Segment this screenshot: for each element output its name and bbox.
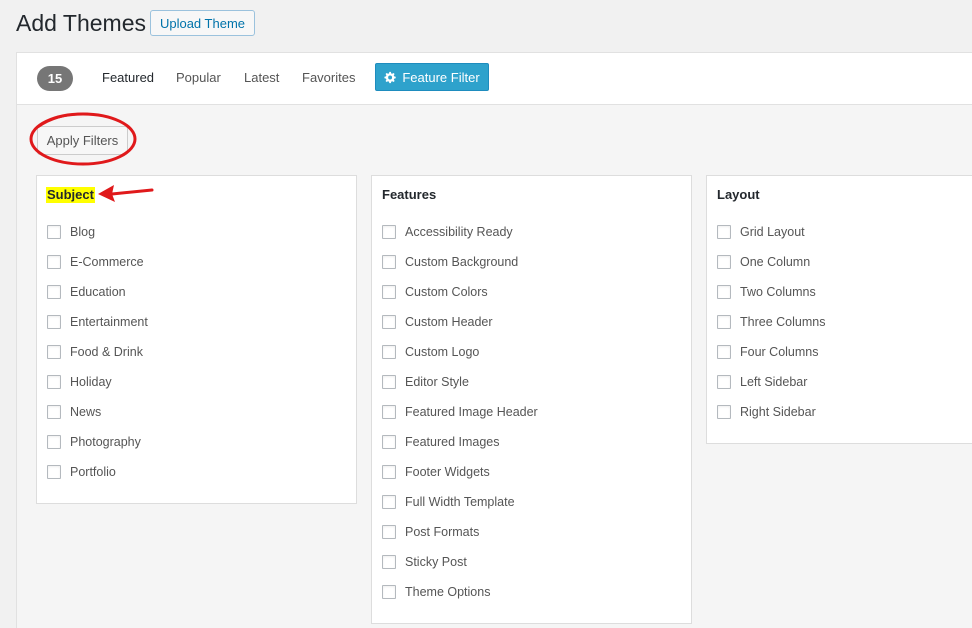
checkbox[interactable] <box>47 225 61 239</box>
filter-option-holiday[interactable]: Holiday <box>47 374 112 390</box>
filter-option-custom-colors[interactable]: Custom Colors <box>382 284 488 300</box>
checkbox[interactable] <box>47 405 61 419</box>
checkbox[interactable] <box>717 375 731 389</box>
checkbox[interactable] <box>717 315 731 329</box>
filter-option-blog[interactable]: Blog <box>47 224 95 240</box>
filter-option-left-sidebar[interactable]: Left Sidebar <box>717 374 807 390</box>
filter-option-custom-header[interactable]: Custom Header <box>382 314 493 330</box>
checkbox[interactable] <box>47 465 61 479</box>
checkbox[interactable] <box>382 585 396 599</box>
filter-option-post-formats[interactable]: Post Formats <box>382 524 479 540</box>
upload-theme-button[interactable]: Upload Theme <box>150 10 255 36</box>
checkbox[interactable] <box>717 405 731 419</box>
checkbox[interactable] <box>717 285 731 299</box>
checkbox[interactable] <box>382 555 396 569</box>
checkbox[interactable] <box>382 405 396 419</box>
feature-filter-button[interactable]: Feature Filter <box>375 63 489 91</box>
checkbox[interactable] <box>717 225 731 239</box>
checkbox[interactable] <box>47 375 61 389</box>
checkbox[interactable] <box>382 375 396 389</box>
checkbox[interactable] <box>717 255 731 269</box>
checkbox[interactable] <box>382 285 396 299</box>
checkbox[interactable] <box>382 255 396 269</box>
filter-option-editor-style[interactable]: Editor Style <box>382 374 469 390</box>
checkbox[interactable] <box>717 345 731 359</box>
filter-option-entertainment[interactable]: Entertainment <box>47 314 148 330</box>
gear-icon <box>384 71 397 84</box>
filter-option-portfolio[interactable]: Portfolio <box>47 464 116 480</box>
filter-option-theme-options[interactable]: Theme Options <box>382 584 490 600</box>
filter-option-featured-image-header[interactable]: Featured Image Header <box>382 404 538 420</box>
layout-group-title: Layout <box>717 187 760 202</box>
filter-option-one-column[interactable]: One Column <box>717 254 810 270</box>
tab-latest[interactable]: Latest <box>244 70 279 86</box>
checkbox[interactable] <box>382 525 396 539</box>
filter-option-three-columns[interactable]: Three Columns <box>717 314 825 330</box>
filter-option-photography[interactable]: Photography <box>47 434 141 450</box>
filter-option-featured-images[interactable]: Featured Images <box>382 434 500 450</box>
checkbox[interactable] <box>382 345 396 359</box>
checkbox[interactable] <box>47 345 61 359</box>
filter-option-two-columns[interactable]: Two Columns <box>717 284 816 300</box>
filter-option-grid-layout[interactable]: Grid Layout <box>717 224 805 240</box>
filter-option-footer-widgets[interactable]: Footer Widgets <box>382 464 490 480</box>
filter-option-food-drink[interactable]: Food & Drink <box>47 344 143 360</box>
checkbox[interactable] <box>382 495 396 509</box>
features-filter-group: Features Accessibility Ready Custom Back… <box>371 175 692 624</box>
filter-option-accessibility-ready[interactable]: Accessibility Ready <box>382 224 513 240</box>
page-title: Add Themes <box>16 10 146 36</box>
features-group-title: Features <box>382 187 437 202</box>
subject-filter-group: Subject Blog E-Commerce Education Entert… <box>36 175 357 504</box>
checkbox[interactable] <box>382 225 396 239</box>
tab-popular[interactable]: Popular <box>176 70 221 86</box>
checkbox[interactable] <box>382 435 396 449</box>
filter-option-education[interactable]: Education <box>47 284 126 300</box>
filter-bar: 15 Featured Popular Latest Favorites Fea… <box>16 52 972 105</box>
filter-option-four-columns[interactable]: Four Columns <box>717 344 819 360</box>
apply-filters-button[interactable]: Apply Filters <box>37 126 128 155</box>
filter-option-right-sidebar[interactable]: Right Sidebar <box>717 404 816 420</box>
layout-filter-group: Layout Grid Layout One Column Two Column… <box>706 175 972 444</box>
checkbox[interactable] <box>382 315 396 329</box>
theme-count-badge: 15 <box>37 66 73 91</box>
filter-option-news[interactable]: News <box>47 404 101 420</box>
filter-option-full-width-template[interactable]: Full Width Template <box>382 494 515 510</box>
tab-featured[interactable]: Featured <box>102 70 154 86</box>
checkbox[interactable] <box>47 255 61 269</box>
filter-option-custom-background[interactable]: Custom Background <box>382 254 518 270</box>
checkbox[interactable] <box>47 315 61 329</box>
filter-option-e-commerce[interactable]: E-Commerce <box>47 254 144 270</box>
tab-favorites[interactable]: Favorites <box>302 70 355 86</box>
subject-group-title: Subject <box>46 187 95 203</box>
feature-filter-label: Feature Filter <box>402 69 480 85</box>
filter-option-custom-logo[interactable]: Custom Logo <box>382 344 479 360</box>
checkbox[interactable] <box>47 435 61 449</box>
checkbox[interactable] <box>47 285 61 299</box>
checkbox[interactable] <box>382 465 396 479</box>
filter-option-sticky-post[interactable]: Sticky Post <box>382 554 467 570</box>
